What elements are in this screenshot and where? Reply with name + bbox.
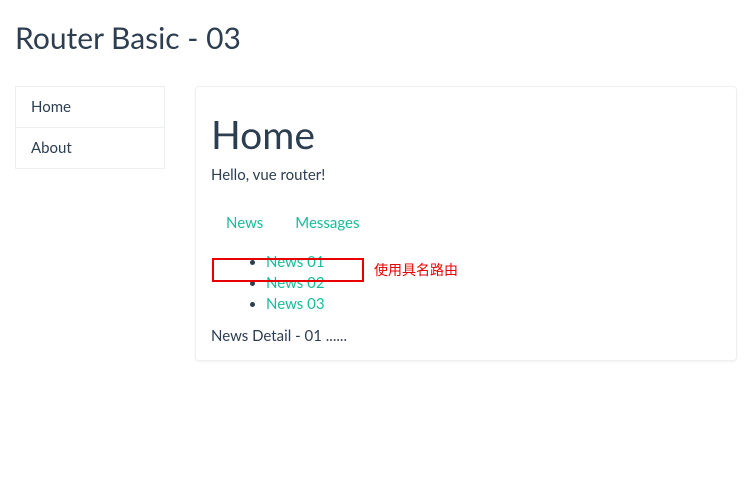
news-detail: News Detail - 01 ...... — [211, 327, 721, 345]
page-title: Router Basic - 03 — [15, 20, 737, 56]
tab-messages[interactable]: Messages — [280, 204, 374, 242]
tab-news[interactable]: News — [211, 204, 278, 242]
sidebar-item-about[interactable]: About — [16, 128, 164, 168]
news-list: News 01 News 02 News 03 — [211, 252, 721, 315]
main-heading: Home — [211, 112, 721, 158]
main-panel: Home Hello, vue router! News Messages Ne… — [195, 86, 737, 361]
sidebar-item-home[interactable]: Home — [16, 87, 164, 128]
list-item: News 03 — [266, 294, 721, 315]
list-item: News 01 — [266, 252, 721, 273]
list-item: News 02 — [266, 273, 721, 294]
nav-tabs: News Messages — [211, 204, 721, 242]
greeting-text: Hello, vue router! — [211, 166, 721, 184]
news-link-03[interactable]: News 03 — [266, 295, 325, 313]
news-link-01[interactable]: News 01 — [266, 253, 325, 271]
sidebar-list: Home About — [15, 86, 165, 169]
news-link-02[interactable]: News 02 — [266, 274, 325, 292]
sidebar: Home About — [15, 86, 165, 361]
